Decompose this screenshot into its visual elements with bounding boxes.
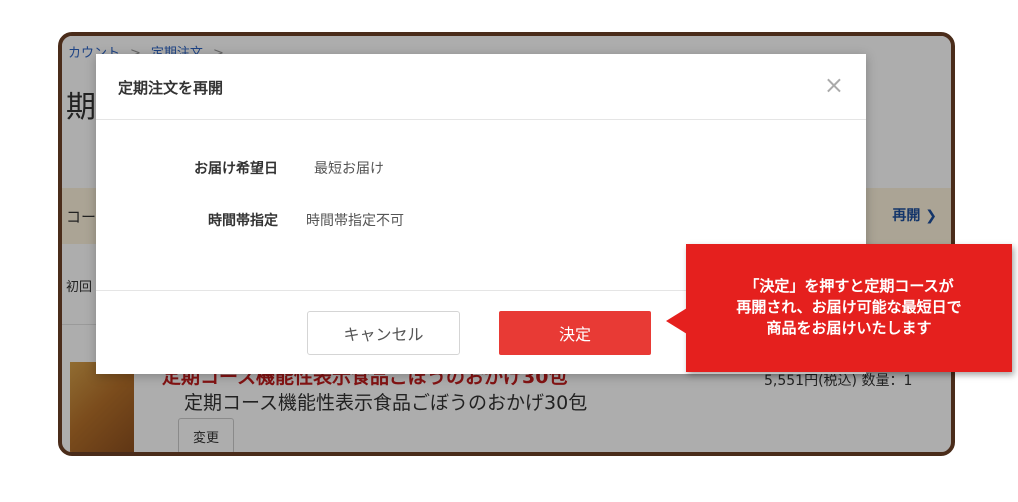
callout-pointer bbox=[666, 308, 687, 334]
delivery-date-label: お届け希望日 bbox=[194, 161, 278, 177]
modal-title: 定期注文を再開 bbox=[118, 79, 224, 97]
delivery-date-row: お届け希望日 最短お届け bbox=[168, 158, 384, 178]
instruction-callout: 「決定」を押すと定期コースが 再開され、お届け可能な最短日で 商品をお届けいたし… bbox=[666, 244, 1012, 372]
time-slot-value: 時間帯指定不可 bbox=[306, 213, 404, 229]
confirm-button[interactable]: 決定 bbox=[499, 311, 651, 355]
time-slot-row: 時間帯指定 時間帯指定不可 bbox=[168, 210, 404, 230]
callout-line: 再開され、お届け可能な最短日で bbox=[736, 298, 962, 316]
modal-header: 定期注文を再開 × bbox=[96, 54, 866, 120]
callout-line: 商品をお届けいたします bbox=[766, 319, 932, 337]
cancel-button[interactable]: キャンセル bbox=[307, 311, 460, 355]
callout-line: 「決定」を押すと定期コースが bbox=[744, 277, 954, 295]
delivery-date-value: 最短お届け bbox=[314, 161, 384, 177]
time-slot-label: 時間帯指定 bbox=[208, 213, 278, 229]
callout-text: 「決定」を押すと定期コースが 再開され、お届け可能な最短日で 商品をお届けいたし… bbox=[686, 276, 1012, 339]
close-icon[interactable]: × bbox=[824, 73, 844, 97]
